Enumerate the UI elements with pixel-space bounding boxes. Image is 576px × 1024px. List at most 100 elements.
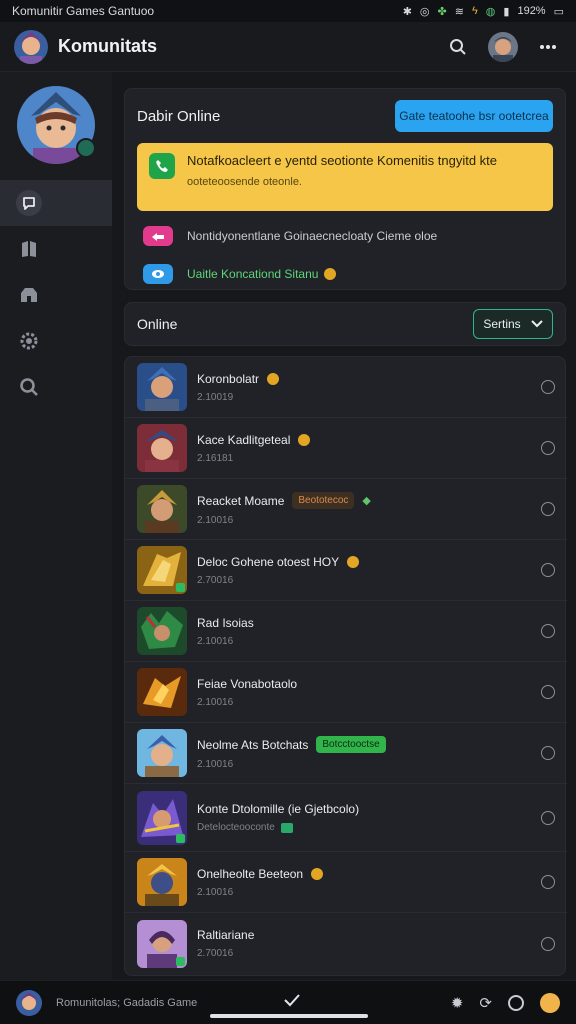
notice-line-1: Notafkoacleert e yentd seotionte Komenit…: [187, 153, 498, 168]
signal-icon: ▮: [503, 5, 510, 18]
player-row[interactable]: Neolme Ats Botchats Botcctooctse 2.10016: [125, 723, 567, 784]
battery-icon: ▭: [553, 5, 564, 18]
player-radio[interactable]: [541, 936, 555, 951]
bottom-avatar[interactable]: [16, 989, 42, 1016]
player-tag: Botcctooctse: [316, 736, 386, 753]
player-name: Deloc Gohene otoest HOY: [197, 554, 340, 569]
sidebar-item-library[interactable]: [0, 226, 112, 272]
player-radio[interactable]: [541, 746, 555, 760]
profile-icon[interactable]: [540, 992, 560, 1013]
info-row[interactable]: Nontidyonentlane Goinaecnecloaty Cieme o…: [137, 223, 553, 249]
player-row[interactable]: Rad Isoias 2.10016: [125, 601, 567, 662]
status-action-button[interactable]: Gate teatoohe bsr ootetcrea: [395, 100, 553, 132]
coin-icon: [298, 433, 311, 446]
coin-icon: [324, 268, 337, 280]
bluetooth-icon: ✱: [402, 5, 412, 18]
player-sub: 2.70016: [197, 948, 234, 959]
sync-icon: ◎: [419, 5, 430, 18]
more-button[interactable]: [534, 33, 562, 61]
home-indicator[interactable]: [210, 1014, 368, 1018]
battery-text: 192%: [517, 5, 546, 17]
wifi-icon: ≋: [454, 5, 464, 18]
online-dot: [176, 583, 185, 592]
search-icon: [20, 378, 38, 396]
player-name: Neolme Ats Botchats: [197, 737, 309, 752]
sidebar-item-store[interactable]: [0, 272, 112, 318]
player-thumbnail: [137, 858, 187, 906]
notice-banner[interactable]: Notafkoacleert e yentd seotionte Komenit…: [137, 143, 553, 211]
phone-icon: [149, 153, 175, 179]
store-icon: [21, 288, 37, 302]
player-thumbnail: [137, 919, 187, 968]
player-sub: Detelocteooconte: [197, 822, 275, 833]
sort-label: Sertins: [483, 317, 521, 331]
player-name: Kace Kadlitgeteal: [197, 432, 291, 447]
status-bar-icons: ✱ ◎ ✤ ≋ ϟ ◍ ▮ 192% ▭: [403, 5, 564, 18]
discord-icon[interactable]: [508, 994, 524, 1011]
more-icon: [540, 44, 556, 49]
check-icon[interactable]: [284, 993, 300, 1012]
player-row[interactable]: Raltiariane 2.70016: [125, 913, 567, 974]
player-radio[interactable]: [541, 810, 555, 825]
profile-avatar[interactable]: [488, 31, 518, 62]
player-radio[interactable]: [541, 875, 555, 889]
player-name: Onelheolte Beeteon: [197, 866, 304, 881]
gear-icon[interactable]: ✹: [451, 994, 464, 1012]
sidebar-nav: [0, 180, 112, 410]
player-thumbnail: [137, 546, 187, 594]
player-row[interactable]: Onelheolte Beeteon 2.10016: [125, 852, 567, 913]
player-tag: Beototecoc: [292, 492, 355, 509]
player-name: Koronbolatr: [197, 371, 260, 386]
info-text: Uaitle Koncationd Sitanu: [187, 267, 319, 281]
player-radio[interactable]: [541, 380, 555, 394]
player-row[interactable]: Koronbolatr 2.10019: [125, 357, 567, 418]
player-row[interactable]: Kace Kadlitgeteal 2.16181: [125, 418, 567, 479]
player-list: Koronbolatr 2.10019 Kace Kadlitgeteal 2.…: [124, 356, 567, 976]
leaf-icon: ✤: [437, 5, 447, 18]
player-name: Reacket Moame: [197, 493, 285, 508]
online-heading: Online: [137, 316, 178, 332]
sidebar-item-search[interactable]: [0, 364, 112, 410]
player-row[interactable]: Konte Dtolomille (ie Gjetbcolo) Deteloct…: [125, 784, 567, 852]
sidebar-item-settings[interactable]: [0, 318, 112, 364]
search-button[interactable]: [444, 33, 472, 61]
gear-icon: [20, 332, 38, 350]
player-name: Konte Dtolomille (ie Gjetbcolo): [197, 802, 360, 816]
info-row[interactable]: Uaitle Koncationd Sitanu: [137, 261, 553, 287]
search-icon: [450, 38, 466, 55]
player-thumbnail: [137, 729, 187, 777]
player-sub: 2.16181: [197, 452, 234, 464]
player-thumbnail: [137, 668, 187, 716]
status-bar: Komunitir Games Gantuoo ✱ ◎ ✤ ≋ ϟ ◍ ▮ 19…: [0, 0, 576, 22]
coin-icon: [267, 372, 280, 385]
app-avatar[interactable]: [14, 29, 48, 64]
player-sub: 2.10016: [197, 635, 234, 647]
chat-icon: [280, 822, 293, 833]
player-row[interactable]: Reacket Moame Beototecoc ◆ 2.10016: [125, 479, 567, 540]
gem-icon: ◆: [362, 495, 371, 507]
refresh-icon[interactable]: ⟳: [479, 994, 492, 1012]
status-card: Dabir Online Gate teatoohe bsr ootetcrea…: [124, 88, 566, 290]
player-radio[interactable]: [541, 441, 555, 455]
player-thumbnail: [137, 363, 187, 411]
player-radio[interactable]: [541, 563, 555, 577]
sort-dropdown[interactable]: Sertins: [473, 309, 553, 339]
player-thumbnail: [137, 790, 187, 845]
player-radio[interactable]: [541, 624, 555, 638]
player-radio[interactable]: [541, 502, 555, 516]
player-row[interactable]: Feiae Vonabotaolo 2.10016: [125, 662, 567, 723]
sidebar-item-chat[interactable]: [0, 180, 112, 226]
online-dot: [176, 833, 185, 843]
player-thumbnail: [137, 424, 187, 472]
player-sub: 2.10016: [197, 886, 234, 898]
notice-line-2: ooteteoosende oteonle.: [187, 176, 302, 188]
book-icon: [22, 241, 36, 257]
player-row[interactable]: Deloc Gohene otoest HOY 2.70016: [125, 540, 567, 601]
player-thumbnail: [137, 485, 187, 533]
online-header: Online Sertins: [124, 302, 566, 346]
controller-icon: [143, 226, 173, 246]
bottom-title: Romunitolas; Gadadis Game: [56, 996, 198, 1009]
location-icon: ◍: [485, 5, 496, 18]
player-radio[interactable]: [541, 685, 555, 699]
sidebar: [0, 72, 112, 980]
